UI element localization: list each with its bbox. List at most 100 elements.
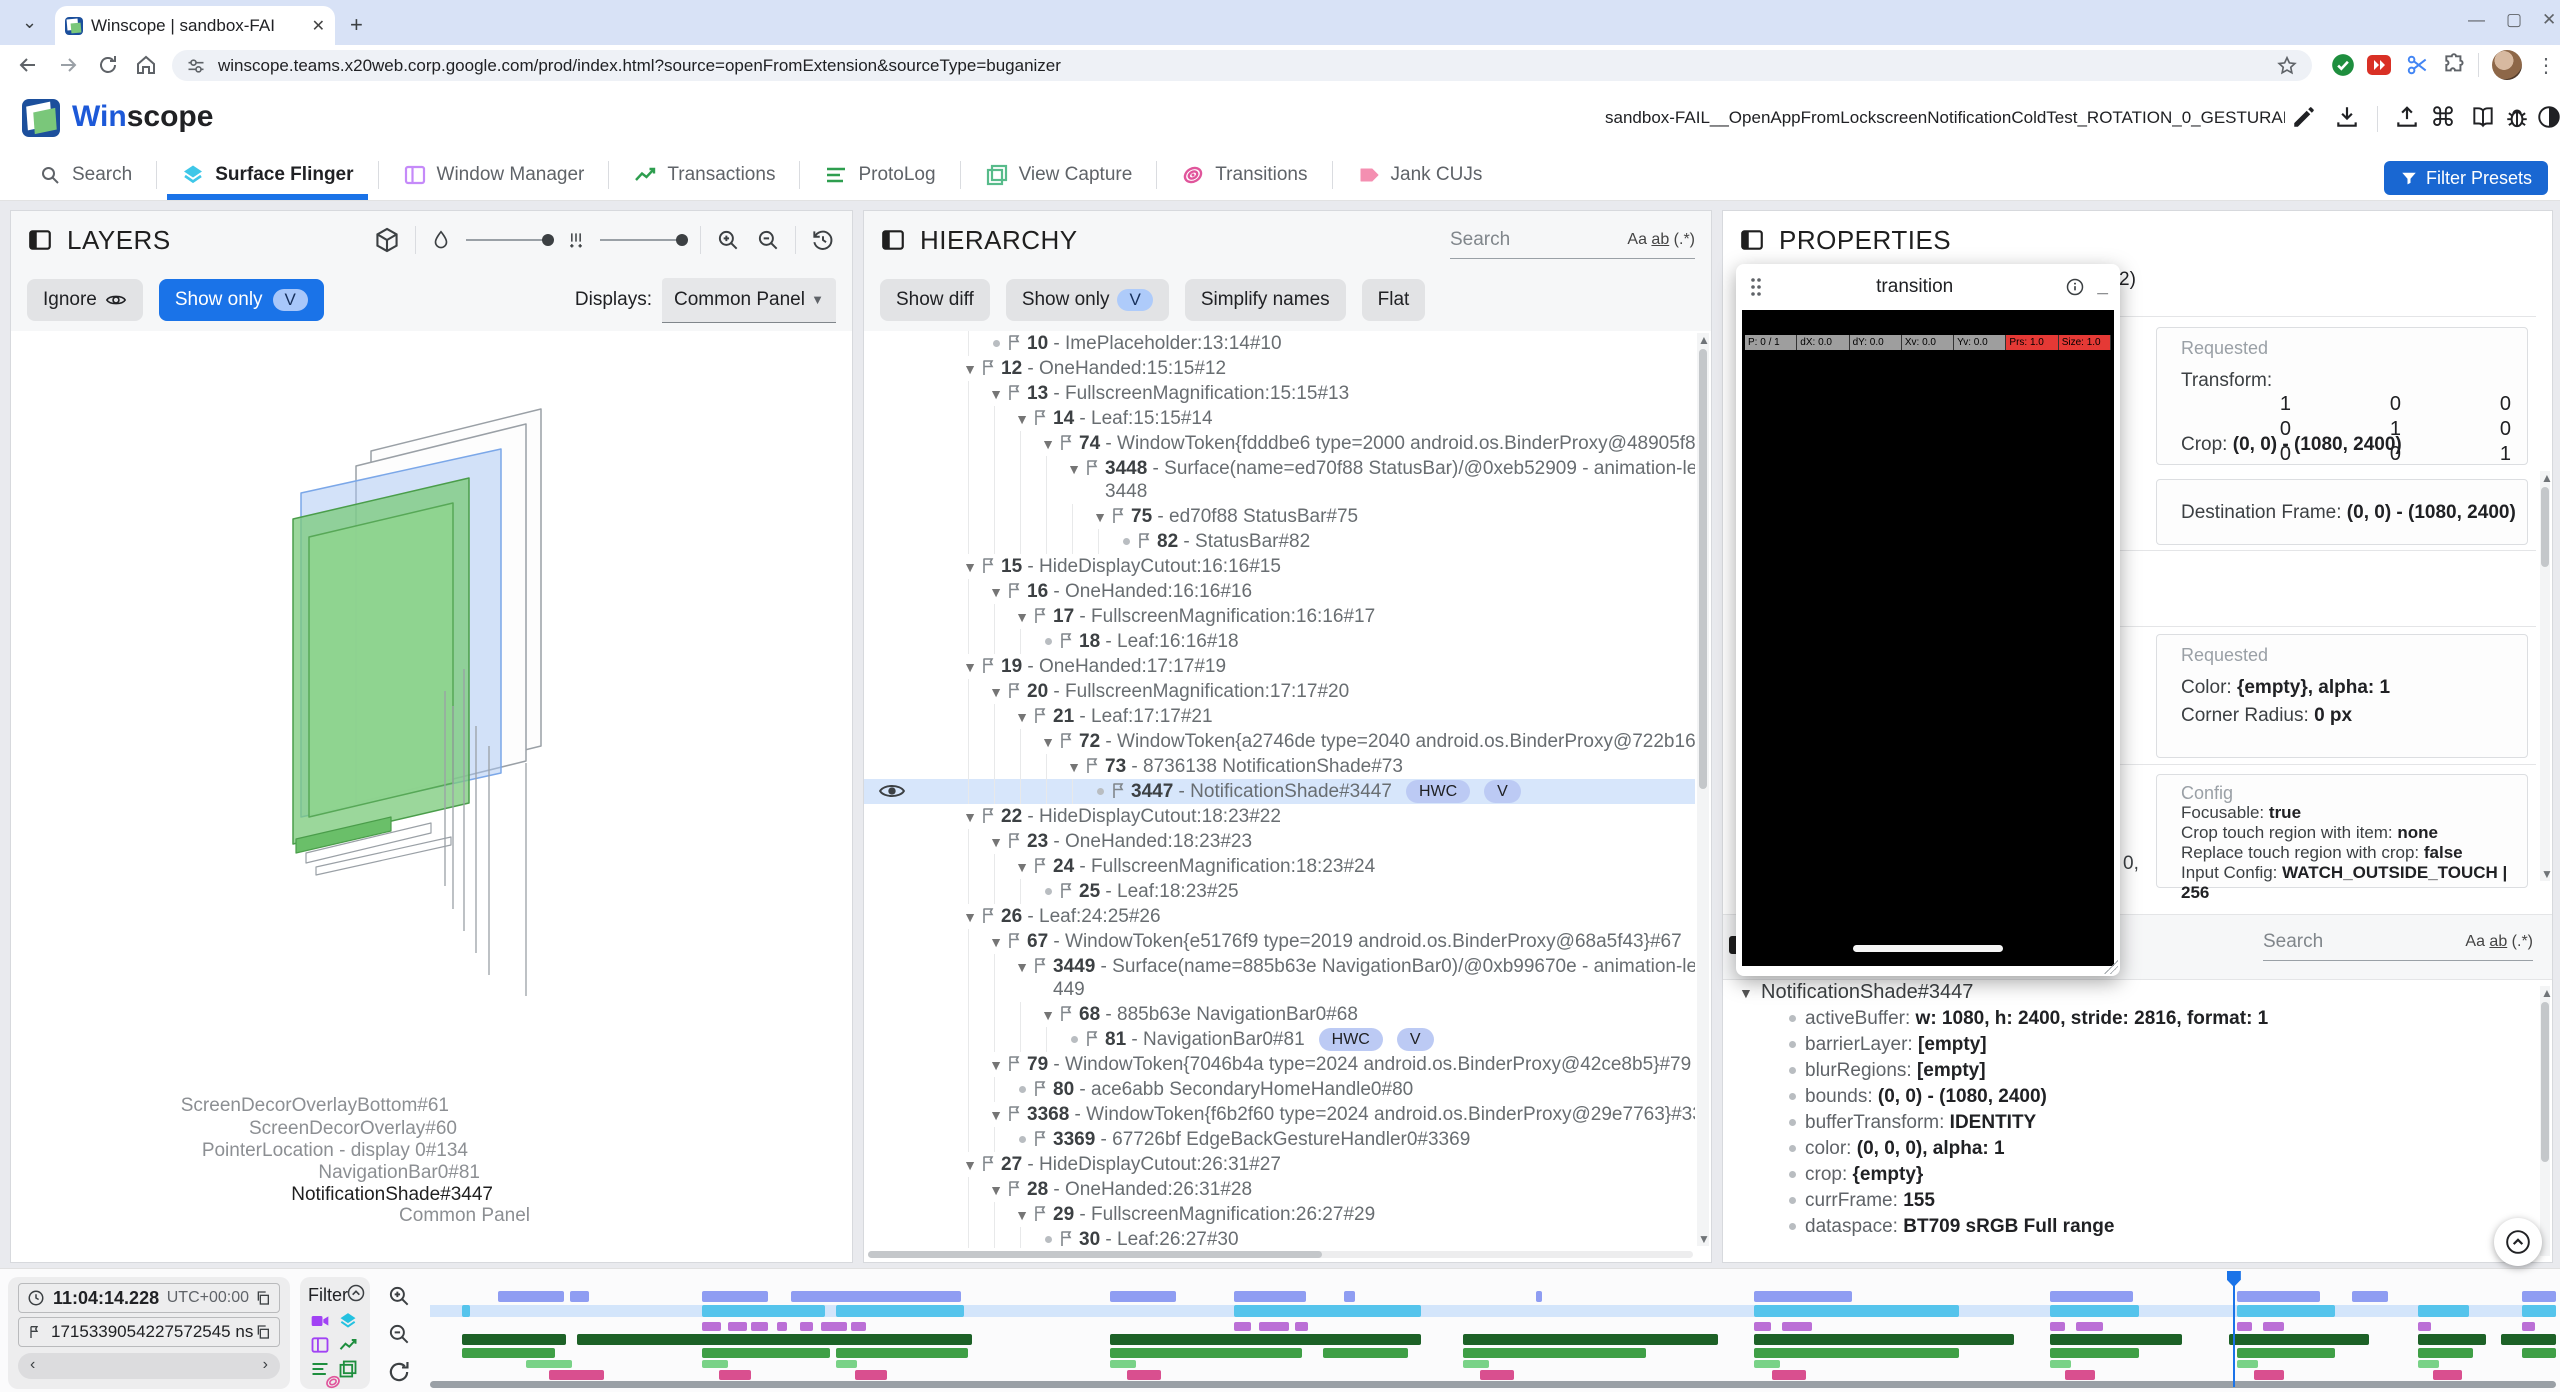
property-item[interactable]: crop: {empty} [1739, 1162, 2532, 1188]
property-item[interactable]: activeBuffer: w: 1080, h: 2400, stride: … [1739, 1006, 2532, 1032]
zoom-in-icon[interactable] [715, 227, 741, 253]
transitions-row-segment[interactable] [1754, 1360, 1780, 1368]
protolog-row-segment[interactable] [2229, 1334, 2369, 1345]
transitions-row-segment[interactable] [2237, 1360, 2258, 1368]
transactions-chart-icon[interactable] [338, 1335, 358, 1355]
report-bug-icon[interactable] [2504, 104, 2530, 130]
transitions-row-segment[interactable] [1463, 1360, 1489, 1368]
reload-icon[interactable] [96, 53, 120, 77]
back-icon[interactable] [16, 53, 40, 77]
ns-time-field[interactable]: 1715339054227572545 ns [18, 1317, 280, 1347]
tree-row[interactable]: ▼14 - Leaf:15:15#14 [864, 406, 1695, 431]
protolog-row-segment[interactable] [1463, 1334, 1718, 1345]
tree-row[interactable]: ▼72 - WindowToken{a2746de type=2040 andr… [864, 729, 1695, 754]
jank-row-segment[interactable] [2065, 1370, 2095, 1380]
tree-row[interactable]: ▼68 - 885b63e NavigationBar0#68 [864, 1002, 1695, 1027]
nav-tab-protolog[interactable]: ProtoLog [800, 150, 959, 200]
viewcapture-row-segment[interactable] [2522, 1348, 2556, 1358]
documentation-book-icon[interactable] [2470, 104, 2496, 130]
windowmanager-row-segment[interactable] [1234, 1322, 1251, 1331]
card-header[interactable]: transition _ [1736, 264, 2120, 310]
jank-row-segment[interactable] [855, 1370, 887, 1380]
tree-row[interactable]: ▼23 - OneHanded:18:23#23 [864, 829, 1695, 854]
windowmanager-row-segment[interactable] [702, 1322, 721, 1331]
tree-row[interactable]: ▼21 - Leaf:17:17#21 [864, 704, 1695, 729]
viewcapture-row-segment[interactable] [2237, 1348, 2335, 1358]
transitions-row-segment[interactable] [702, 1360, 728, 1368]
surfaceflinger-row-segment[interactable] [836, 1305, 964, 1317]
windowmanager-row-segment[interactable] [2522, 1322, 2535, 1331]
viewcapture-row-segment[interactable] [2050, 1348, 2139, 1358]
tree-row[interactable]: 3369 - 67726bf EdgeBackGestureHandler0#3… [864, 1127, 1695, 1152]
tree-row[interactable]: ▼29 - FullscreenMagnification:26:27#29 [864, 1202, 1695, 1227]
protolog-row-segment[interactable] [2050, 1334, 2182, 1345]
timeline-horizontal-scrollbar[interactable] [430, 1381, 2556, 1388]
tree-row[interactable]: 25 - Leaf:18:23#25 [864, 879, 1695, 904]
jank-row-segment[interactable] [1480, 1370, 1514, 1380]
property-item[interactable]: bounds: (0, 0) - (1080, 2400) [1739, 1084, 2532, 1110]
tree-row[interactable]: ▼75 - ed70f88 StatusBar#75 [864, 504, 1695, 529]
nav-tab-jank-cujs[interactable]: Jank CUJs [1333, 150, 1507, 200]
download-icon[interactable] [2334, 104, 2360, 130]
tree-row[interactable]: ▼15 - HideDisplayCutout:16:16#15 [864, 554, 1695, 579]
show-diff-button[interactable]: Show diff [880, 279, 990, 321]
properties-scrollbar[interactable]: ▲ ▼ [2540, 471, 2550, 881]
dark-mode-toggle-icon[interactable] [2536, 104, 2560, 130]
windowmanager-row-segment[interactable] [800, 1322, 813, 1331]
home-icon[interactable] [134, 53, 158, 77]
tree-row[interactable]: ▼13 - FullscreenMagnification:15:15#13 [864, 381, 1695, 406]
scroll-right-icon[interactable]: › [263, 1356, 268, 1374]
tree-row[interactable]: ▼17 - FullscreenMagnification:16:16#17 [864, 604, 1695, 629]
property-item[interactable]: currFrame: 155 [1739, 1188, 2532, 1214]
timeline-cursor[interactable] [2233, 1271, 2235, 1387]
windowmanager-row-segment[interactable] [2418, 1322, 2431, 1331]
tree-row[interactable]: 82 - StatusBar#82 [864, 529, 1695, 554]
jank-row-segment[interactable] [549, 1370, 604, 1380]
tree-row[interactable]: ▼73 - 8736138 NotificationShade#73 [864, 754, 1695, 779]
screenrecording-camera-icon[interactable] [310, 1311, 330, 1331]
show-only-v-button[interactable]: Show onlyV [159, 279, 324, 321]
transactions-row-segment[interactable] [1754, 1291, 1852, 1302]
windowmanager-row-segment[interactable] [1754, 1322, 1771, 1331]
info-icon[interactable] [2065, 277, 2085, 297]
tree-row[interactable]: ▼26 - Leaf:24:25#26 [864, 904, 1695, 929]
forward-icon[interactable] [56, 53, 80, 77]
collapse-panel-icon[interactable] [1739, 227, 1765, 253]
nav-tab-transactions[interactable]: Transactions [609, 150, 799, 200]
layer-label[interactable]: NavigationBar0#81 [11, 1162, 480, 1184]
windowmanager-row-segment[interactable] [2076, 1322, 2104, 1331]
tree-row[interactable]: ▼79 - WindowToken{7046b4a type=2024 andr… [864, 1052, 1695, 1077]
window-close-icon[interactable]: ✕ [2542, 10, 2556, 30]
properties-tree-scrollbar[interactable]: ▲ [2540, 986, 2550, 1256]
windowmanager-row-segment[interactable] [2237, 1322, 2252, 1331]
simplify-names-button[interactable]: Simplify names [1185, 279, 1346, 321]
layer-label[interactable]: Common Panel [11, 1205, 530, 1227]
match-options[interactable]: Aa ab (.*) [1627, 231, 1695, 249]
tree-row-selected[interactable]: 3447 - NotificationShade#3447HWCV [864, 779, 1695, 804]
properties-root-node[interactable]: ▼NotificationShade#3447 [1739, 978, 2532, 1006]
jank-row-segment[interactable] [1772, 1370, 1806, 1380]
tree-row[interactable]: ▼3448 - Surface(name=ed70f88 StatusBar)/… [864, 456, 1695, 504]
omnibox[interactable]: winscope.teams.x20web.corp.google.com/pr… [172, 50, 2312, 81]
spacing-slider[interactable] [600, 239, 686, 241]
properties-search-input[interactable]: Search Aa ab (.*) [2263, 931, 2533, 953]
edit-pencil-icon[interactable] [2291, 104, 2317, 130]
surfaceflinger-row-segment[interactable] [462, 1305, 471, 1317]
property-item[interactable]: bufferTransform: IDENTITY [1739, 1110, 2532, 1136]
property-item[interactable]: barrierLayer: [empty] [1739, 1032, 2532, 1058]
transactions-row-segment[interactable] [1110, 1291, 1176, 1302]
surfaceflinger-row-segment[interactable] [1234, 1305, 1421, 1317]
tab-close-icon[interactable]: ✕ [312, 16, 325, 36]
windowmanager-row-segment[interactable] [1259, 1322, 1289, 1331]
tree-row[interactable]: ▼3449 - Surface(name=885b63e NavigationB… [864, 954, 1695, 1002]
jank-row-segment[interactable] [719, 1370, 751, 1380]
extension-check-icon[interactable] [2330, 52, 2356, 78]
surfaceflinger-row-segment[interactable] [2237, 1305, 2335, 1317]
timeline-zoom-out-icon[interactable] [386, 1321, 412, 1347]
windowmanager-row-segment[interactable] [728, 1322, 747, 1331]
transitions-row-segment[interactable] [2050, 1360, 2071, 1368]
timeline-zoom-in-icon[interactable] [386, 1283, 412, 1309]
layer-label[interactable]: NotificationShade#3447 [11, 1184, 493, 1206]
windowmanager-row-segment[interactable] [777, 1322, 788, 1331]
timeline-scroll-pill[interactable]: ‹ › [18, 1353, 280, 1379]
